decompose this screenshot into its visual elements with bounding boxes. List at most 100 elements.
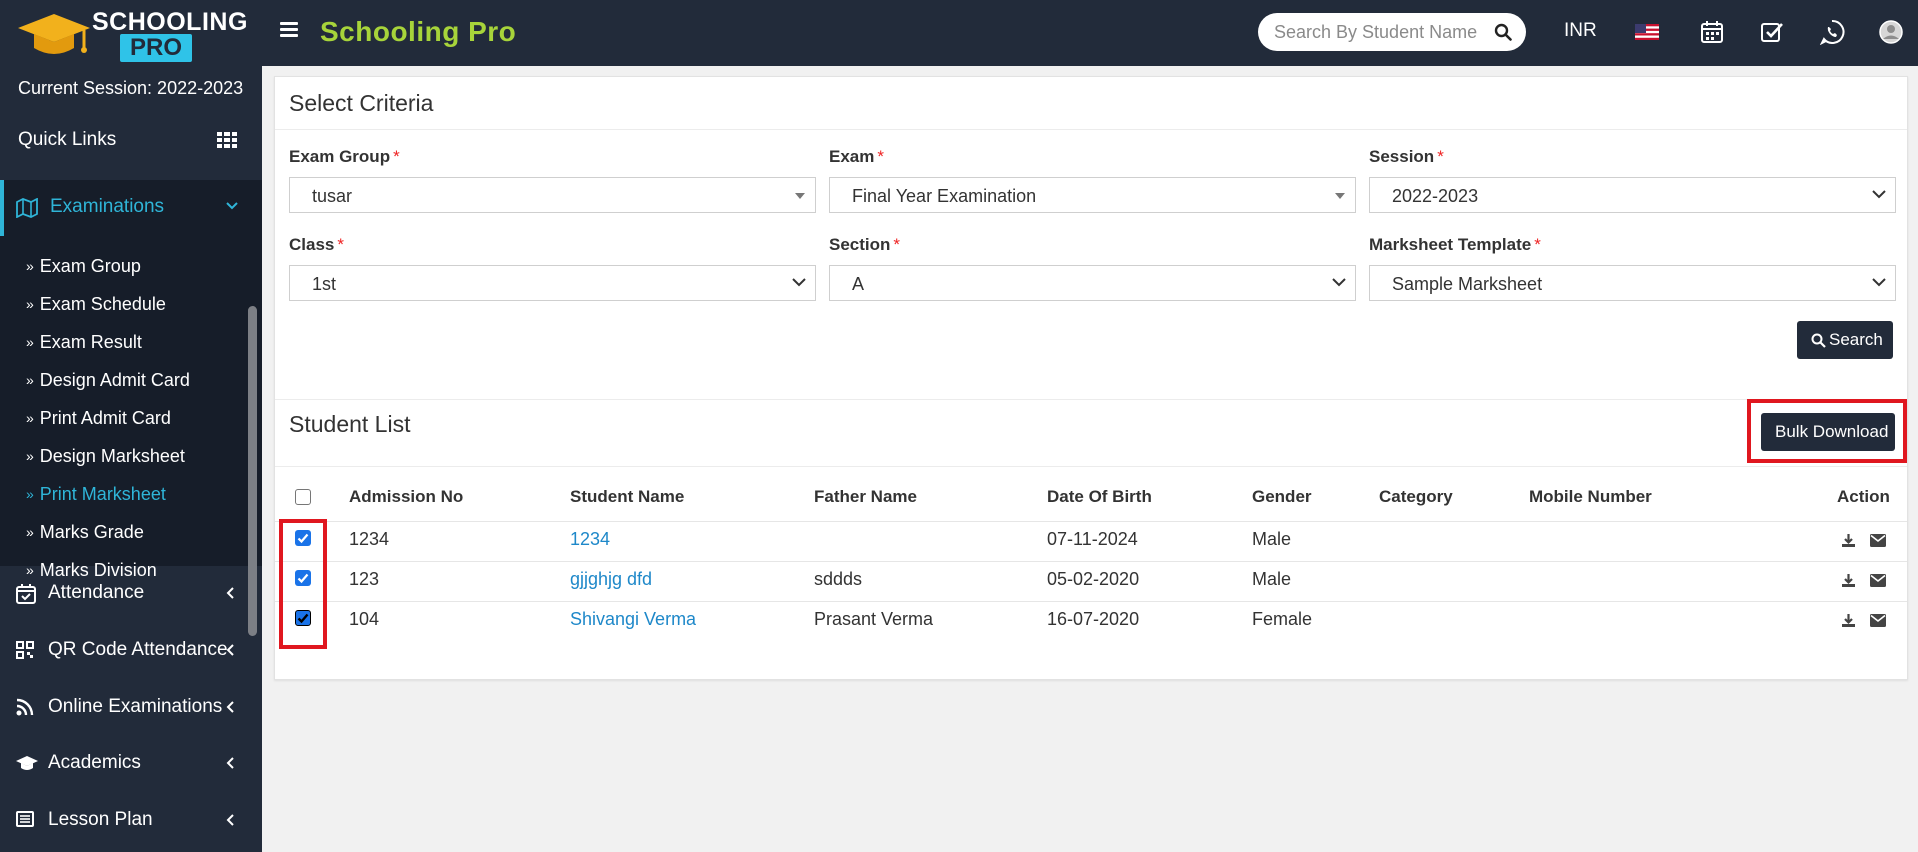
chevron-down-icon [1872, 278, 1886, 287]
section-select[interactable]: A [829, 265, 1356, 301]
sub-item-label: Design Marksheet [39, 446, 185, 466]
search-input[interactable] [1274, 21, 1484, 43]
map-icon [16, 198, 38, 218]
download-icon[interactable] [1841, 533, 1856, 548]
calendar-icon[interactable] [1699, 19, 1725, 45]
chevron-down-icon [1332, 278, 1346, 287]
session-label: Session * [1369, 147, 1444, 166]
student-search [1258, 13, 1526, 51]
search-icon [1811, 333, 1826, 348]
envelope-icon[interactable] [1870, 574, 1886, 587]
quick-links[interactable]: Quick Links [18, 129, 116, 151]
double-chevron-icon: » [26, 296, 34, 312]
examinations-submenu: » Exam Group » Exam Schedule » Exam Result … [0, 236, 262, 580]
cell-admission: 123 [349, 569, 380, 589]
chevron-down-icon [792, 278, 806, 287]
select-value: A [852, 274, 865, 294]
cell-gender: Male [1252, 529, 1292, 549]
sidebar-item-label: Online Examinations [48, 696, 223, 717]
brand-title: Schooling Pro [320, 16, 517, 47]
class-label: Class * [289, 235, 344, 254]
double-chevron-icon: » [26, 334, 34, 350]
sidebar-item-label: Attendance [48, 582, 145, 603]
sidebar-sub-marks-grade[interactable]: » Marks Grade [26, 522, 144, 548]
search-icon[interactable] [1494, 23, 1512, 41]
sidebar-sub-design-admit-card[interactable]: » Design Admit Card [26, 370, 190, 396]
download-icon[interactable] [1841, 573, 1856, 588]
sidebar-sub-exam-result[interactable]: » Exam Result [26, 332, 142, 358]
search-button[interactable]: Search [1797, 321, 1893, 359]
top-bar: SCHOOLING PRO Schooling Pro INR [0, 0, 1918, 66]
student-name-link[interactable]: gjjghjg dfd [570, 569, 652, 590]
qr-code-icon [16, 641, 34, 659]
sidebar-sub-exam-schedule[interactable]: » Exam Schedule [26, 294, 166, 320]
currency-selector[interactable]: INR [1564, 20, 1597, 42]
download-icon[interactable] [1841, 613, 1856, 628]
chevron-down-icon [1872, 190, 1886, 199]
chevron-down-icon [226, 202, 238, 210]
sub-item-label: Exam Result [39, 332, 142, 352]
col-category: Category [1379, 487, 1453, 506]
sub-item-label: Design Admit Card [39, 370, 190, 390]
caret-down-icon [1335, 193, 1345, 199]
exam-group-select[interactable]: tusar [289, 177, 816, 213]
sidebar-item-academics[interactable]: Academics [0, 744, 250, 784]
sidebar-item-examinations[interactable]: Examinations [0, 180, 262, 236]
calendar-check-icon [16, 584, 36, 604]
user-avatar-icon[interactable] [1878, 19, 1904, 45]
select-value: 1st [312, 274, 337, 294]
sidebar-scrollbar[interactable] [248, 306, 257, 636]
select-value: Final Year Examination [852, 186, 1037, 206]
select-criteria-title: Select Criteria [289, 90, 434, 116]
sidebar: Current Session: 2022-2023 Quick Links E… [0, 66, 262, 852]
col-date-of-birth: Date Of Birth [1047, 487, 1152, 506]
sidebar-sub-design-marksheet[interactable]: » Design Marksheet [26, 446, 185, 472]
divider [275, 466, 1907, 467]
cell-admission: 1234 [349, 529, 390, 549]
whatsapp-icon[interactable] [1819, 19, 1845, 45]
task-check-icon[interactable] [1759, 19, 1785, 45]
grid-icon[interactable] [217, 132, 237, 148]
cell-gender: Male [1252, 569, 1292, 589]
class-select[interactable]: 1st [289, 265, 816, 301]
sidebar-sub-exam-group[interactable]: » Exam Group [26, 256, 141, 282]
sidebar-item-lesson-plan[interactable]: Lesson Plan [0, 801, 250, 841]
sidebar-item-qr-code-attendance[interactable]: QR Code Attendance [0, 631, 250, 671]
menu-toggle-icon[interactable] [280, 22, 298, 38]
col-father-name: Father Name [814, 487, 917, 506]
select-value: tusar [312, 186, 353, 206]
cell-father: sddds [814, 569, 863, 589]
student-name-link[interactable]: Shivangi Verma [570, 609, 696, 630]
logo[interactable]: SCHOOLING PRO [18, 4, 247, 62]
session-select[interactable]: 2022-2023 [1369, 177, 1896, 213]
select-all-checkbox[interactable] [295, 489, 311, 505]
exam-label: Exam * [829, 147, 884, 166]
divider [275, 399, 1907, 400]
logo-text-line2: PRO [120, 34, 193, 62]
envelope-icon[interactable] [1870, 614, 1886, 627]
chevron-left-icon [226, 701, 234, 713]
sidebar-sub-print-marksheet[interactable]: » Print Marksheet [26, 484, 166, 510]
col-mobile-number: Mobile Number [1529, 487, 1652, 506]
student-name-link[interactable]: 1234 [570, 529, 610, 550]
sidebar-item-label: QR Code Attendance [48, 639, 228, 660]
marksheet-template-select[interactable]: Sample Marksheet [1369, 265, 1896, 301]
sidebar-sub-print-admit-card[interactable]: » Print Admit Card [26, 408, 171, 434]
double-chevron-icon: » [26, 372, 34, 388]
row-divider [275, 601, 1907, 602]
bulk-download-button[interactable]: Bulk Download [1761, 413, 1895, 451]
sidebar-item-attendance[interactable]: Attendance [0, 574, 250, 614]
graduation-cap-icon [16, 756, 38, 770]
col-action: Action [1837, 487, 1890, 506]
col-admission-no: Admission No [349, 487, 464, 506]
row-divider [275, 561, 1907, 562]
envelope-icon[interactable] [1870, 534, 1886, 547]
marksheet-template-label: Marksheet Template * [1369, 235, 1541, 254]
exam-select[interactable]: Final Year Examination [829, 177, 1356, 213]
sidebar-item-online-examinations[interactable]: Online Examinations [0, 688, 250, 728]
row-divider [275, 521, 1907, 522]
rss-icon [16, 698, 34, 716]
sub-item-label: Print Admit Card [39, 408, 171, 428]
chevron-left-icon [226, 757, 234, 769]
us-flag-icon[interactable] [1634, 19, 1660, 45]
